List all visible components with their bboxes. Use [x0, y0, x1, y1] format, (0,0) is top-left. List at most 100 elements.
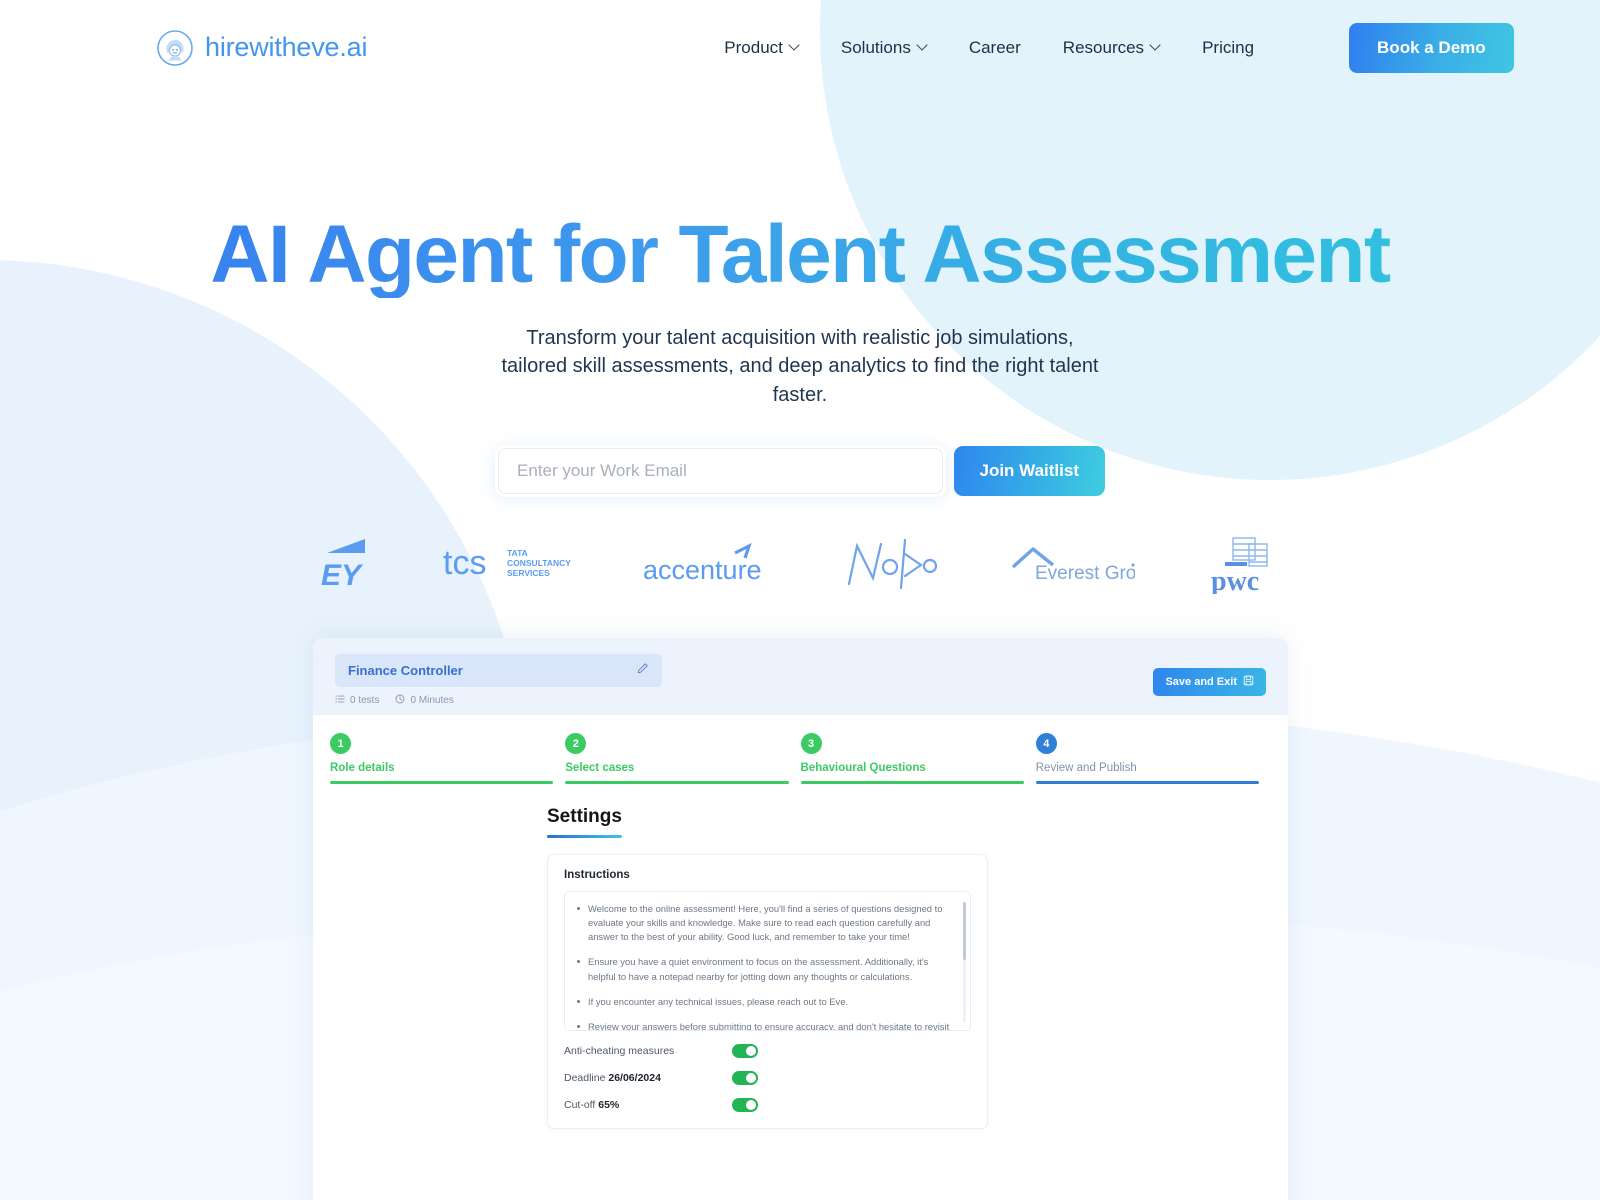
logo-accenture: accenture [643, 530, 773, 596]
option-label: Cut-off 65% [564, 1099, 732, 1111]
chevron-down-icon [1151, 41, 1160, 50]
svg-text:Everest Group: Everest Group [1035, 563, 1135, 584]
option-value: 65% [598, 1098, 620, 1111]
step-number: 2 [565, 733, 587, 754]
step-select-cases[interactable]: 2 Select cases [565, 733, 800, 784]
chevron-down-icon [918, 41, 927, 50]
clock-icon [395, 694, 405, 707]
step-number: 3 [800, 733, 822, 754]
scrollbar-thumb[interactable] [963, 901, 966, 960]
option-text: Anti-cheating measures [564, 1044, 675, 1057]
chevron-down-icon [790, 41, 799, 50]
instructions-card: Instructions Welcome to the online asses… [547, 853, 988, 1129]
nav-label: Pricing [1202, 37, 1255, 57]
step-label: Review and Publish [1035, 762, 1137, 774]
brand-logo[interactable]: hirewitheve.ai [156, 29, 367, 67]
step-progress-bar [800, 781, 1024, 784]
tab-settings[interactable]: Settings [547, 806, 622, 838]
waitlist-form: Join Waitlist [495, 445, 1105, 498]
list-item: Review your answers before submitting to… [575, 1020, 958, 1030]
deadline-toggle[interactable] [732, 1070, 758, 1085]
nav-item-product[interactable]: Product [703, 30, 820, 66]
book-demo-button[interactable]: Book a Demo [1349, 22, 1514, 73]
svg-text:EY: EY [321, 559, 364, 589]
avatar-circle-icon [156, 29, 194, 67]
step-label: Behavioural Questions [800, 762, 926, 774]
list-item: Welcome to the online assessment! Here, … [575, 902, 958, 945]
step-label: Select cases [565, 762, 635, 774]
logo-nobo [843, 530, 939, 596]
meta-tests: 0 tests [335, 694, 379, 707]
svg-text:SERVICES: SERVICES [507, 568, 550, 578]
logo-tcs: tcs TATA CONSULTANCY SERVICES [443, 530, 573, 596]
option-label: Anti-cheating measures [564, 1045, 732, 1057]
nav-item-solutions[interactable]: Solutions [820, 30, 948, 66]
option-label: Deadline 26/06/2024 [564, 1072, 732, 1084]
assessment-meta: 0 tests 0 Minutes [335, 694, 1266, 707]
step-number: 4 [1035, 733, 1057, 754]
page-title: AI Agent for Talent Assessment [0, 211, 1600, 298]
nav-item-pricing[interactable]: Pricing [1181, 30, 1275, 66]
save-and-exit-button[interactable]: Save and Exit [1153, 668, 1266, 696]
product-screenshot: Finance Controller 0 tests 0 Minutes Sav… [313, 638, 1288, 1200]
svg-text:CONSULTANCY: CONSULTANCY [507, 558, 571, 568]
pencil-icon[interactable] [636, 662, 649, 680]
brand-name: hirewitheve.ai [205, 32, 368, 62]
step-number: 1 [330, 733, 351, 754]
list-item: Ensure you have a quiet environment to f… [575, 955, 958, 984]
wizard-stepper: 1 Role details 2 Select cases 3 Behaviou… [313, 715, 1288, 784]
svg-text:accenture: accenture [643, 555, 762, 585]
svg-text:pwc: pwc [1211, 566, 1259, 594]
logo-ey: EY [315, 530, 373, 596]
save-disk-icon [1243, 675, 1254, 689]
settings-panel: Settings Instructions Welcome to the onl… [313, 783, 1288, 1129]
step-role-details[interactable]: 1 Role details [330, 733, 565, 784]
step-progress-bar [330, 781, 554, 784]
hero-subtitle: Transform your talent acquisition with r… [501, 327, 1099, 406]
meta-minutes: 0 Minutes [395, 694, 454, 707]
role-name-value: Finance Controller [348, 663, 463, 678]
role-name-field[interactable]: Finance Controller [335, 654, 662, 687]
option-text: Cut-off [564, 1098, 599, 1111]
option-deadline: Deadline 26/06/2024 [564, 1070, 971, 1085]
step-progress-bar [565, 781, 789, 784]
step-progress-bar [1035, 781, 1259, 784]
nav-label: Career [968, 37, 1021, 57]
instructions-list: Welcome to the online assessment! Here, … [575, 902, 958, 1030]
list-item: If you encounter any technical issues, p… [575, 995, 958, 1009]
option-anti-cheating: Anti-cheating measures [564, 1043, 971, 1058]
email-input-wrapper [495, 445, 946, 498]
step-behavioural-questions[interactable]: 3 Behavioural Questions [800, 733, 1036, 784]
step-review-and-publish[interactable]: 4 Review and Publish [1035, 733, 1271, 784]
cutoff-toggle[interactable] [732, 1097, 758, 1112]
meta-tests-label: 0 tests [350, 695, 380, 706]
save-and-exit-label: Save and Exit [1165, 676, 1237, 688]
option-cutoff: Cut-off 65% [564, 1097, 971, 1112]
nav-label: Product [724, 37, 783, 57]
step-label: Role details [330, 762, 395, 774]
nav-label: Solutions [840, 37, 911, 57]
svg-text:TATA: TATA [507, 548, 528, 558]
join-waitlist-button[interactable]: Join Waitlist [953, 446, 1105, 497]
tab-settings-label: Settings [547, 805, 622, 827]
list-icon [335, 694, 345, 707]
nav-item-resources[interactable]: Resources [1042, 30, 1181, 66]
logo-pwc: pwc [1205, 530, 1285, 596]
option-value: 26/06/2024 [608, 1071, 661, 1084]
tab-active-underline [547, 834, 622, 838]
instructions-title: Instructions [564, 868, 630, 881]
anti-cheating-toggle[interactable] [732, 1043, 758, 1058]
nav-item-career[interactable]: Career [948, 30, 1042, 66]
logo-everest-group: Everest Group [1009, 530, 1135, 596]
meta-minutes-label: 0 Minutes [410, 695, 454, 706]
main-nav: Product Solutions Career Resources Prici… [703, 30, 1275, 66]
scrollbar[interactable] [963, 901, 966, 1022]
email-field[interactable] [498, 448, 943, 495]
option-text: Deadline [564, 1071, 609, 1084]
client-logo-strip: EY tcs TATA CONSULTANCY SERVICES accentu… [0, 530, 1600, 596]
landing-page: hirewitheve.ai Product Solutions Career … [0, 0, 1600, 1200]
product-toolbar: Finance Controller 0 tests 0 Minutes Sav… [313, 638, 1288, 715]
svg-text:tcs: tcs [443, 544, 486, 582]
site-header: hirewitheve.ai Product Solutions Career … [0, 0, 1600, 95]
instructions-scroll-box[interactable]: Welcome to the online assessment! Here, … [564, 890, 971, 1031]
